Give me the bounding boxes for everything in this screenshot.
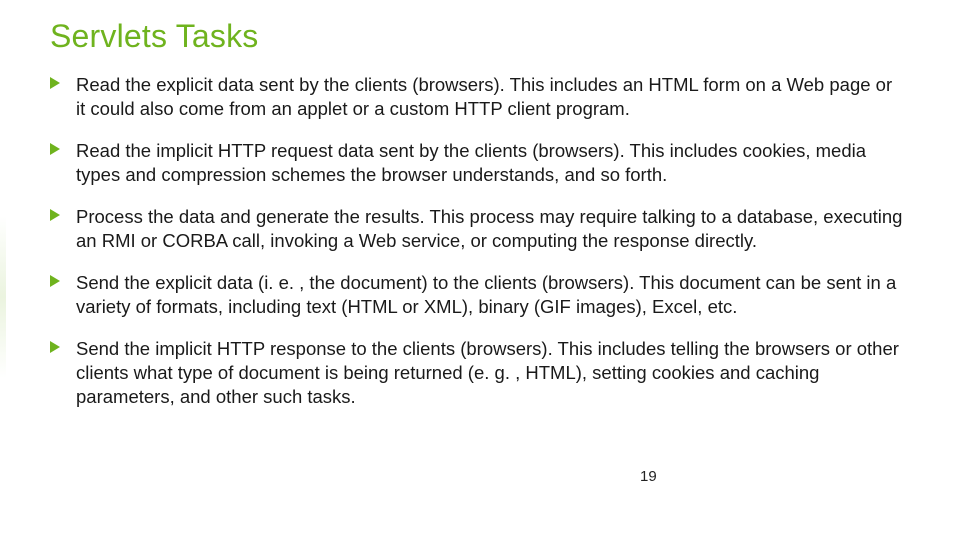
bullet-arrow-icon bbox=[50, 77, 60, 89]
accent-edge bbox=[0, 0, 6, 540]
list-item: Read the explicit data sent by the clien… bbox=[50, 73, 905, 121]
list-item: Send the implicit HTTP response to the c… bbox=[50, 337, 905, 409]
bullet-text: Process the data and generate the result… bbox=[76, 206, 902, 251]
bullet-text: Read the explicit data sent by the clien… bbox=[76, 74, 892, 119]
bullet-list: Read the explicit data sent by the clien… bbox=[50, 73, 905, 410]
bullet-arrow-icon bbox=[50, 275, 60, 287]
bullet-arrow-icon bbox=[50, 143, 60, 155]
list-item: Process the data and generate the result… bbox=[50, 205, 905, 253]
bullet-text: Send the implicit HTTP response to the c… bbox=[76, 338, 899, 407]
bullet-text: Send the explicit data (i. e. , the docu… bbox=[76, 272, 896, 317]
bullet-arrow-icon bbox=[50, 209, 60, 221]
page-number: 19 bbox=[640, 468, 657, 485]
bullet-text: Read the implicit HTTP request data sent… bbox=[76, 140, 866, 185]
slide: Servlets Tasks Read the explicit data se… bbox=[0, 0, 960, 540]
bullet-arrow-icon bbox=[50, 341, 60, 353]
slide-title: Servlets Tasks bbox=[50, 18, 905, 55]
list-item: Send the explicit data (i. e. , the docu… bbox=[50, 271, 905, 319]
list-item: Read the implicit HTTP request data sent… bbox=[50, 139, 905, 187]
